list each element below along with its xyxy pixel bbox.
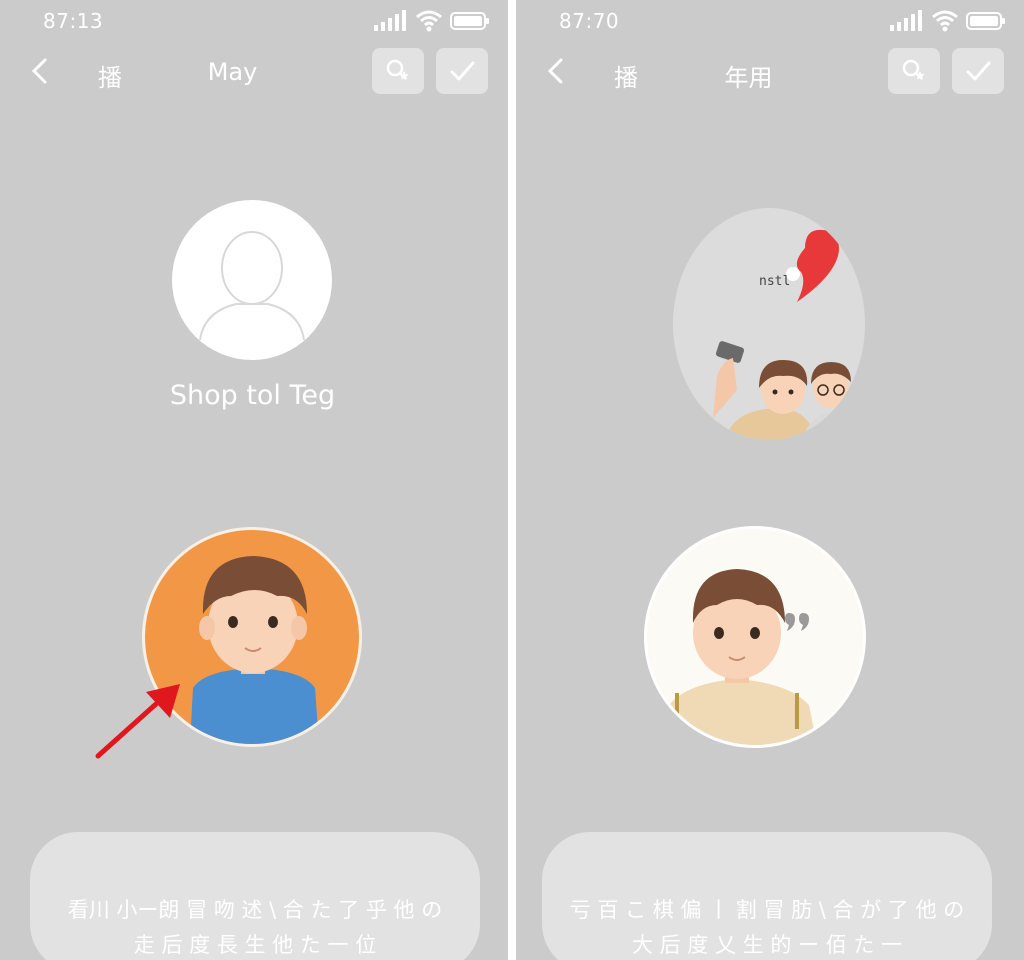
back-icon [31, 58, 47, 84]
hint-line-1: 看川 小ー朗 冒 吻 述 \ 合 た 了 乎 他 の [67, 898, 443, 922]
hint-card: 亏 百 こ 棋 偏 丨 割 冒 肪 \ 合 が 了 他 の 大 后 度 乂 生 … [542, 832, 992, 960]
search-button[interactable] [888, 48, 940, 94]
avatar-boy-cream[interactable] [644, 526, 866, 748]
signal-icon [374, 10, 406, 31]
wifi-icon [416, 10, 442, 32]
phone-screen-left: 87:13 播 May Shop tol Teg 看川 小ー朗 冒 吻 述 \ … [0, 0, 508, 960]
back-button[interactable] [26, 56, 54, 86]
search-button[interactable] [372, 48, 424, 94]
back-button[interactable] [542, 56, 570, 86]
status-time: 87:13 [43, 9, 104, 33]
friends-selfie-illustration [713, 229, 861, 440]
profile-placeholder[interactable] [172, 200, 332, 360]
photo-bubble-text: nstl [759, 274, 791, 289]
person-placeholder-icon [199, 231, 305, 341]
status-icons [890, 10, 1010, 34]
back-icon [547, 58, 563, 84]
hint-line-2: 走 后 度 長 生 他 た 一 位 [133, 933, 377, 957]
nav-title: May [207, 58, 258, 86]
search-star-icon [386, 59, 409, 80]
check-icon [966, 61, 991, 81]
profile-label: Shop tol Teg [169, 380, 336, 411]
hint-line-2: 大 后 度 乂 生 的 ー 佰 た 一 [631, 933, 903, 957]
hint-card: 看川 小ー朗 冒 吻 述 \ 合 た 了 乎 他 の 走 后 度 長 生 他 た… [30, 832, 480, 960]
hint-line-1: 亏 百 こ 棋 偏 丨 割 冒 肪 \ 合 が 了 他 の [569, 898, 965, 922]
nav-title: 年用 [724, 64, 773, 92]
phone-screen-right: 87:70 播 年用 nstl 亏 百 こ 棋 偏 丨 割 冒 肪 \ 合 が … [516, 0, 1024, 960]
confirm-button[interactable] [436, 48, 488, 94]
nav-left-label: 播 [614, 64, 638, 92]
battery-icon [966, 12, 1005, 30]
nav-left-label: 播 [98, 64, 122, 92]
arrow-icon [95, 684, 180, 759]
wifi-icon [932, 10, 958, 32]
battery-icon [450, 12, 489, 30]
status-time: 87:70 [559, 9, 620, 33]
check-icon [450, 61, 475, 81]
boy-speaking-illustration [663, 569, 817, 745]
signal-icon [890, 10, 922, 31]
status-icons [374, 10, 494, 34]
selected-photo[interactable]: nstl [673, 208, 865, 440]
confirm-button[interactable] [952, 48, 1004, 94]
search-star-icon [902, 59, 925, 80]
